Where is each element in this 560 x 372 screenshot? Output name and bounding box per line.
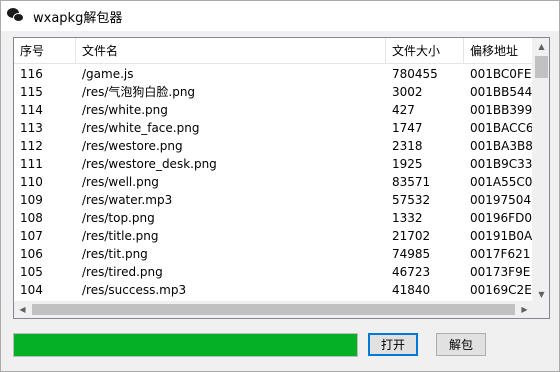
table-row[interactable]: 113/res/white_face.png 1747 001BACC6 bbox=[14, 119, 533, 137]
row-filename: /res/title.png bbox=[82, 229, 159, 243]
row-offset: 001B9C33 bbox=[470, 157, 533, 171]
table-row[interactable]: 107/res/title.png 21702 00191B0A bbox=[14, 227, 533, 245]
row-offset: 001BB544 bbox=[470, 85, 533, 99]
vertical-scroll-thumb[interactable] bbox=[535, 56, 548, 78]
row-size: 427 bbox=[392, 103, 415, 117]
row-size: 74985 bbox=[392, 247, 431, 261]
row-size: 21702 bbox=[392, 229, 431, 243]
title-bar: wxapkg解包器 bbox=[1, 1, 559, 31]
list-header: 序号 文件名 文件大小 偏移地址 bbox=[14, 38, 533, 64]
row-index: 113 bbox=[20, 121, 43, 135]
row-offset: 00196FD0 bbox=[470, 211, 532, 225]
progress-fill bbox=[14, 334, 357, 356]
row-size: 41840 bbox=[392, 283, 431, 297]
horizontal-scroll-thumb[interactable] bbox=[32, 304, 515, 315]
column-header-index[interactable]: 序号 bbox=[14, 38, 76, 64]
row-index: 110 bbox=[20, 175, 43, 189]
row-filename: /res/westore_desk.png bbox=[82, 157, 217, 171]
right-arrow-icon[interactable]: ▶ bbox=[516, 301, 533, 318]
table-row[interactable]: 105/res/tired.png 46723 00173F9E bbox=[14, 263, 533, 281]
row-size: 1925 bbox=[392, 157, 423, 171]
row-filename: /res/tired.png bbox=[82, 265, 163, 279]
app-window: wxapkg解包器 序号 文件名 文件大小 偏移地址 116/game.js 78… bbox=[0, 0, 560, 372]
row-filename: /res/气泡狗白脸.png bbox=[82, 85, 196, 99]
table-row[interactable]: 104/res/success.mp3 41840 00169C2E bbox=[14, 281, 533, 299]
row-offset: 00197504 bbox=[470, 193, 532, 207]
row-size: 46723 bbox=[392, 265, 431, 279]
row-filename: /res/top.png bbox=[82, 211, 155, 225]
row-index: 116 bbox=[20, 67, 43, 81]
row-index: 114 bbox=[20, 103, 43, 117]
vertical-scrollbar[interactable]: ▲ ▼ bbox=[532, 38, 549, 303]
table-row[interactable]: 111/res/westore_desk.png 1925 001B9C33 bbox=[14, 155, 533, 173]
row-filename: /res/success.mp3 bbox=[82, 283, 187, 297]
row-offset: 00173F9E bbox=[470, 265, 531, 279]
row-filename: /res/white.png bbox=[82, 103, 168, 117]
row-index: 104 bbox=[20, 283, 43, 297]
table-row[interactable]: 116/game.js 780455 001BC0FE bbox=[14, 65, 533, 83]
up-arrow-icon[interactable]: ▲ bbox=[533, 38, 549, 55]
horizontal-scrollbar[interactable]: ◀ ▶ bbox=[14, 301, 533, 318]
row-filename: /res/tit.png bbox=[82, 247, 148, 261]
row-filename: /res/westore.png bbox=[82, 139, 183, 153]
row-size: 1747 bbox=[392, 121, 423, 135]
row-index: 107 bbox=[20, 229, 43, 243]
row-index: 111 bbox=[20, 157, 43, 171]
row-size: 1332 bbox=[392, 211, 423, 225]
left-arrow-icon[interactable]: ◀ bbox=[14, 301, 31, 318]
table-row[interactable]: 110/res/well.png 83571 001A55C0 bbox=[14, 173, 533, 191]
file-list[interactable]: 序号 文件名 文件大小 偏移地址 116/game.js 780455 001BC0… bbox=[13, 37, 550, 319]
scrollbar-corner bbox=[532, 301, 549, 318]
row-size: 2318 bbox=[392, 139, 423, 153]
table-row[interactable]: 106/res/tit.png 74985 0017F621 bbox=[14, 245, 533, 263]
list-body: 116/game.js 780455 001BC0FE 115/res/气泡狗白脸.p… bbox=[14, 65, 533, 303]
wechat-icon bbox=[7, 7, 25, 25]
progress-bar bbox=[13, 333, 358, 357]
row-index: 115 bbox=[20, 85, 43, 99]
row-size: 3002 bbox=[392, 85, 423, 99]
row-offset: 001BA3B8 bbox=[470, 139, 533, 153]
table-row[interactable]: 109/res/water.mp3 57532 00197504 bbox=[14, 191, 533, 209]
row-filename: /game.js bbox=[82, 67, 134, 81]
column-header-filename[interactable]: 文件名 bbox=[76, 38, 386, 64]
row-offset: 001BACC6 bbox=[470, 121, 533, 135]
table-row[interactable]: 108/res/top.png 1332 00196FD0 bbox=[14, 209, 533, 227]
window-title: wxapkg解包器 bbox=[33, 10, 123, 26]
row-index: 105 bbox=[20, 265, 43, 279]
row-filename: /res/well.png bbox=[82, 175, 159, 189]
column-header-size[interactable]: 文件大小 bbox=[386, 38, 464, 64]
row-size: 83571 bbox=[392, 175, 431, 189]
row-offset: 00191B0A bbox=[470, 229, 533, 243]
row-offset: 001A55C0 bbox=[470, 175, 533, 189]
table-row[interactable]: 112/res/westore.png 2318 001BA3B8 bbox=[14, 137, 533, 155]
row-index: 109 bbox=[20, 193, 43, 207]
row-filename: /res/white_face.png bbox=[82, 121, 200, 135]
row-offset: 0017F621 bbox=[470, 247, 531, 261]
table-row[interactable]: 115/res/气泡狗白脸.png 3002 001BB544 bbox=[14, 83, 533, 101]
row-size: 57532 bbox=[392, 193, 431, 207]
row-filename: /res/water.mp3 bbox=[82, 193, 173, 207]
row-size: 780455 bbox=[392, 67, 438, 81]
open-button[interactable]: 打开 bbox=[368, 333, 418, 356]
column-header-offset[interactable]: 偏移地址 bbox=[464, 38, 533, 64]
row-index: 106 bbox=[20, 247, 43, 261]
row-index: 108 bbox=[20, 211, 43, 225]
unpack-button[interactable]: 解包 bbox=[436, 333, 486, 356]
row-offset: 001BB399 bbox=[470, 103, 533, 117]
row-index: 112 bbox=[20, 139, 43, 153]
table-row[interactable]: 114/res/white.png 427 001BB399 bbox=[14, 101, 533, 119]
row-offset: 001BC0FE bbox=[470, 67, 532, 81]
row-offset: 00169C2E bbox=[470, 283, 532, 297]
